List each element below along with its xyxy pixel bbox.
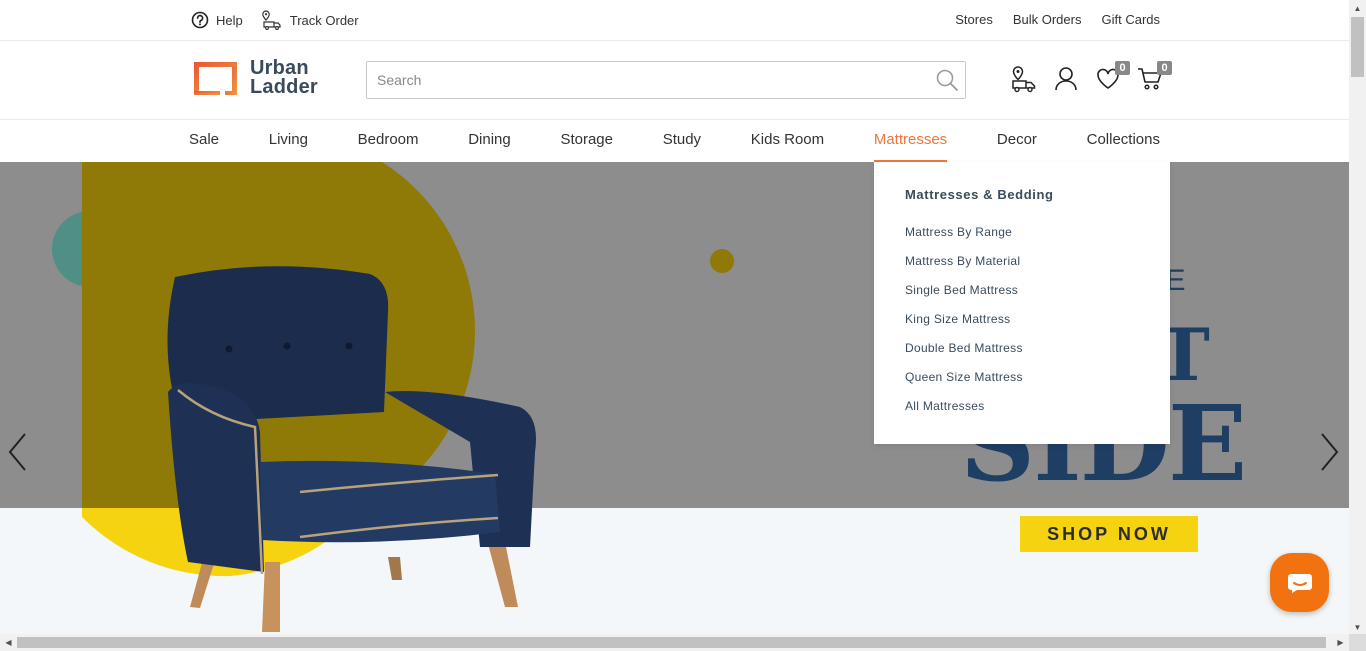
gift-cards-link[interactable]: Gift Cards <box>1101 12 1160 27</box>
horizontal-scrollbar[interactable]: ◀ ▶ <box>0 634 1349 651</box>
mattresses-dropdown: Mattresses & Bedding Mattress By Range M… <box>874 162 1170 444</box>
dropdown-item-all-mattresses[interactable]: All Mattresses <box>905 399 1023 428</box>
scroll-left-arrow-icon[interactable]: ◀ <box>0 634 17 651</box>
logo-text: Urban Ladder <box>250 58 318 98</box>
logo-mark-icon <box>194 62 237 95</box>
dropdown-item-mattress-by-material[interactable]: Mattress By Material <box>905 254 1023 283</box>
help-icon <box>191 11 209 29</box>
nav-item-bedroom[interactable]: Bedroom <box>358 120 419 162</box>
chat-button[interactable] <box>1270 553 1329 612</box>
header-icons: 0 0 <box>1010 61 1172 95</box>
vertical-scroll-thumb[interactable] <box>1351 17 1364 77</box>
wishlist-button[interactable]: 0 <box>1094 61 1130 95</box>
main-nav: Sale Living Bedroom Dining Storage Study… <box>0 120 1349 162</box>
stores-link[interactable]: Stores <box>955 12 993 27</box>
vertical-scrollbar[interactable]: ▲ ▼ <box>1349 0 1366 636</box>
chat-icon <box>1287 573 1312 593</box>
dropdown-list: Mattress By Range Mattress By Material S… <box>905 225 1023 428</box>
track-order-link[interactable]: Track Order <box>261 10 359 30</box>
chevron-right-icon <box>1321 433 1339 471</box>
nav-item-mattresses[interactable]: Mattresses <box>873 120 948 162</box>
dropdown-item-queen-size-mattress[interactable]: Queen Size Mattress <box>905 370 1023 399</box>
nav-item-decor[interactable]: Decor <box>997 120 1037 162</box>
dropdown-item-single-bed-mattress[interactable]: Single Bed Mattress <box>905 283 1023 312</box>
chevron-left-icon <box>8 433 26 471</box>
track-order-label: Track Order <box>289 12 359 28</box>
page: Help Track Order Stores Bulk Orders Gift… <box>0 0 1366 651</box>
cart-count-badge: 0 <box>1157 61 1172 75</box>
header: Urban Ladder Search 0 0 <box>0 41 1349 120</box>
nav-item-collections[interactable]: Collections <box>1087 120 1160 162</box>
user-icon <box>1055 67 1077 91</box>
nav-list: Sale Living Bedroom Dining Storage Study… <box>189 120 1160 162</box>
top-bar: Help Track Order Stores Bulk Orders Gift… <box>0 0 1349 41</box>
cart-button[interactable]: 0 <box>1136 61 1172 95</box>
search-box <box>366 61 966 99</box>
shop-now-button[interactable]: SHOP NOW <box>1020 516 1198 552</box>
bulk-orders-link[interactable]: Bulk Orders <box>1013 12 1082 27</box>
account-button[interactable] <box>1052 63 1080 95</box>
nav-item-dining[interactable]: Dining <box>468 120 511 162</box>
wishlist-count-badge: 0 <box>1115 61 1130 75</box>
nav-item-kids-room[interactable]: Kids Room <box>751 120 824 162</box>
carousel-prev-button[interactable] <box>0 427 34 477</box>
dropdown-item-mattress-by-range[interactable]: Mattress By Range <box>905 225 1023 254</box>
help-link[interactable]: Help <box>191 11 243 29</box>
dropdown-item-king-size-mattress[interactable]: King Size Mattress <box>905 312 1023 341</box>
horizontal-scroll-thumb[interactable] <box>17 637 1326 648</box>
scroll-right-arrow-icon[interactable]: ▶ <box>1332 634 1349 651</box>
nav-item-sale[interactable]: Sale <box>189 120 219 162</box>
help-label: Help <box>216 12 243 28</box>
store-locator-button[interactable] <box>1010 63 1038 95</box>
logo-line-2: Ladder <box>250 76 318 98</box>
search-input[interactable] <box>367 62 907 98</box>
nav-item-storage[interactable]: Storage <box>560 120 613 162</box>
carousel-next-button[interactable] <box>1313 427 1347 477</box>
nav-item-living[interactable]: Living <box>269 120 308 162</box>
scrollbar-corner <box>1349 634 1366 651</box>
track-order-icon <box>261 10 281 30</box>
dropdown-item-double-bed-mattress[interactable]: Double Bed Mattress <box>905 341 1023 370</box>
logo[interactable]: Urban Ladder <box>191 58 318 98</box>
store-locator-icon <box>1012 66 1036 93</box>
nav-item-study[interactable]: Study <box>663 120 701 162</box>
scroll-up-arrow-icon[interactable]: ▲ <box>1349 0 1366 17</box>
search-icon[interactable] <box>935 68 959 92</box>
dropdown-heading[interactable]: Mattresses & Bedding <box>905 187 1054 202</box>
